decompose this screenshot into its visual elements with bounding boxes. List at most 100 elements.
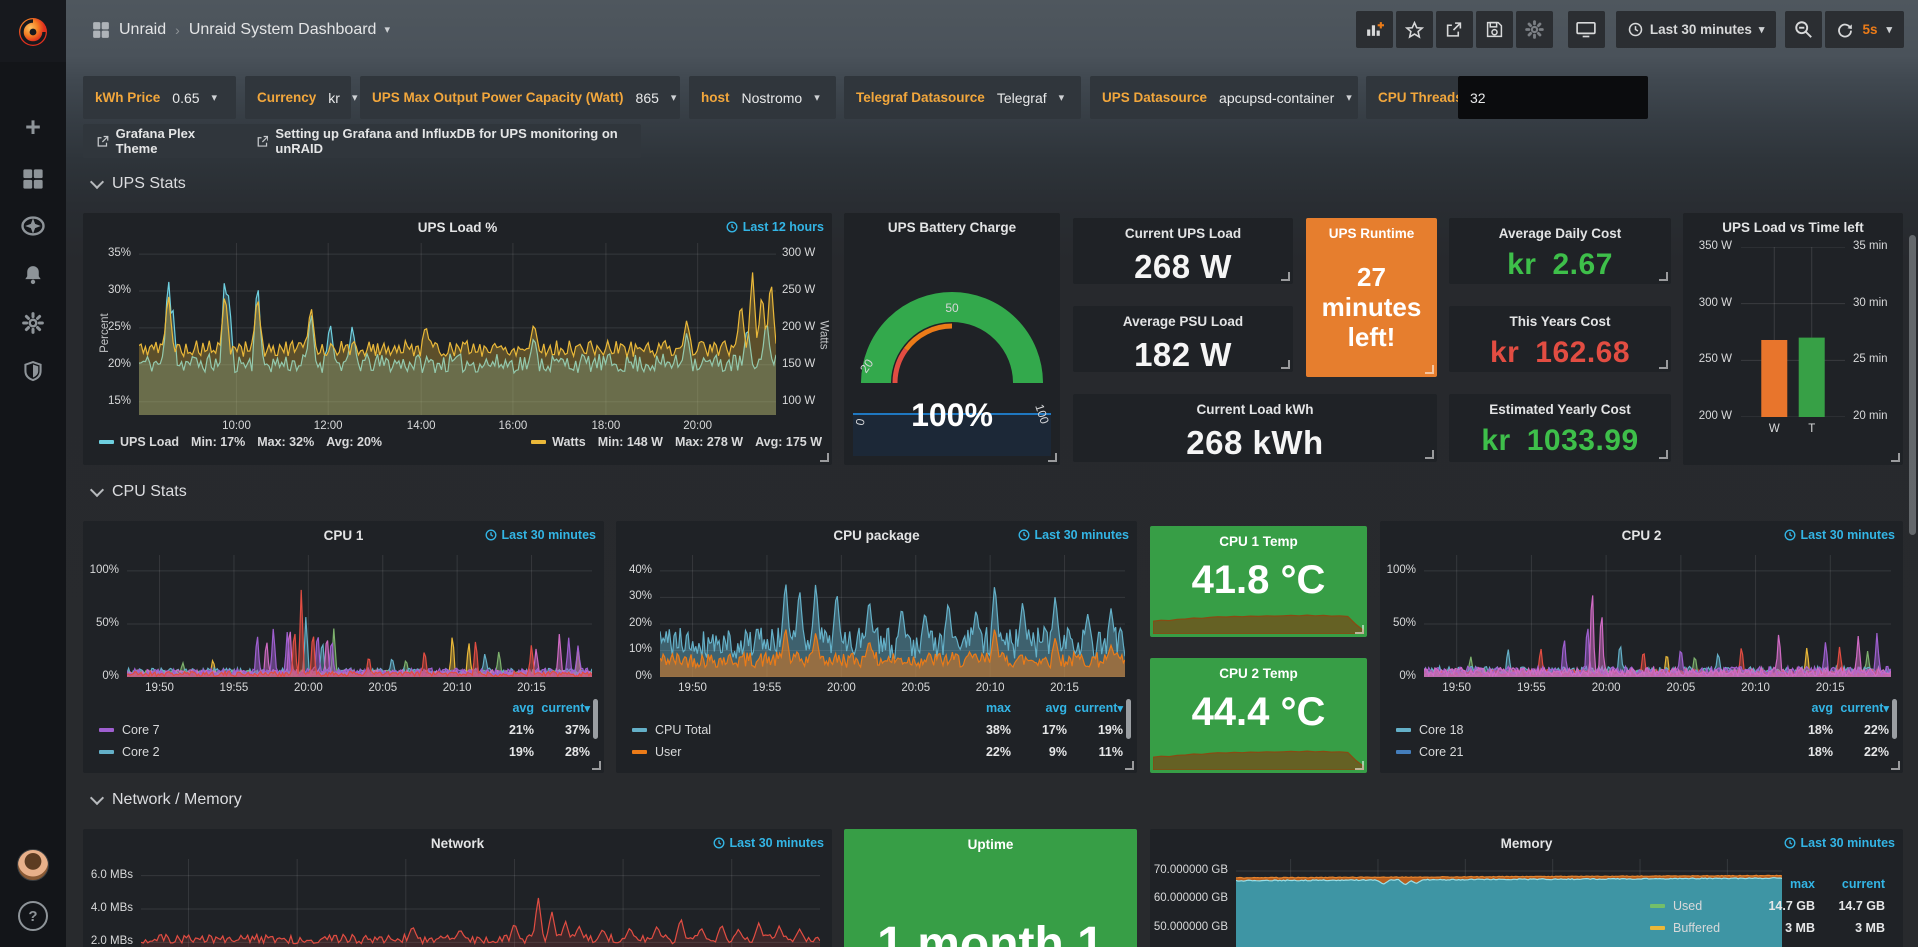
legend-series-name[interactable]: Buffered [1673,921,1749,935]
axis-tick: 60.000000 GB [1150,892,1228,904]
variable-currency[interactable]: Currency kr▾ [245,76,351,119]
breadcrumb-app[interactable]: Unraid [119,21,166,39]
legend-scrollbar[interactable] [1892,699,1897,739]
variable-ups-max-power[interactable]: UPS Max Output Power Capacity (Watt) 865… [360,76,680,119]
stat-title[interactable]: Current UPS Load [1077,226,1289,241]
dashboard-title[interactable]: Unraid System Dashboard▾ [189,21,390,39]
help-icon[interactable]: ? [0,896,66,936]
legend-col-max[interactable]: max [955,701,1011,715]
time-range-badge[interactable]: Last 30 minutes [1784,528,1895,542]
panel-uptime: Uptime 1 month 1 [844,829,1137,947]
server-admin-icon[interactable] [0,351,66,391]
graph-plot[interactable] [127,555,592,677]
legend-series-name[interactable]: Used [1673,899,1749,913]
legend-series-name[interactable]: CPU Total [655,723,955,737]
panel-title[interactable]: UPS Load vs Time left [1691,220,1895,235]
stat-title[interactable]: This Years Cost [1453,314,1667,329]
grafana-logo[interactable] [0,0,66,62]
panel-title[interactable]: Memory [1190,836,1863,851]
panel-current-load-kwh: Current Load kWh 268 kWh [1073,394,1437,462]
stat-value: 1033.99 [1527,424,1639,458]
stat-title[interactable]: CPU 2 Temp [1150,666,1367,681]
section-cpu-stats[interactable]: CPU Stats [92,483,187,501]
time-range-badge[interactable]: Last 12 hours [726,220,824,234]
axis-tick: 100% [1380,564,1416,576]
axis-tick: 35 min [1853,240,1901,252]
clock-icon [1784,529,1796,541]
alerting-icon[interactable] [0,255,66,295]
explore-icon[interactable] [0,206,66,246]
settings-button[interactable] [1516,11,1553,48]
legend-series-name[interactable]: Core 7 [122,723,478,737]
page-scrollbar[interactable] [1909,235,1916,535]
legend-scrollbar[interactable] [1126,699,1131,739]
stat-title[interactable]: Uptime [844,837,1137,852]
legend-series-name[interactable]: Core 21 [1419,745,1777,759]
variable-ups-datasource[interactable]: UPS Datasource apcupsd-container▾ [1090,76,1358,119]
share-button[interactable] [1436,11,1473,48]
time-range-picker[interactable]: Last 30 minutes ▾ [1616,11,1777,48]
legend-col-current[interactable]: current [1815,877,1885,891]
stat-title[interactable]: Average PSU Load [1077,314,1289,329]
create-icon[interactable]: + [0,107,66,147]
graph-plot[interactable] [1424,555,1891,677]
panel-current-ups-load: Current UPS Load 268 W [1073,218,1293,284]
add-panel-button[interactable] [1356,11,1393,48]
legend-series-name[interactable]: Core 18 [1419,723,1777,737]
section-ups-stats[interactable]: UPS Stats [92,175,186,193]
star-button[interactable] [1396,11,1433,48]
axis-tick: 30% [83,284,131,296]
time-range-badge[interactable]: Last 30 minutes [1784,836,1895,850]
link-grafana-plex-theme[interactable]: Grafana Plex Theme [97,126,227,156]
stat-value: 268 kWh [1073,424,1437,462]
variable-kwh-price[interactable]: kWh Price 0.65▾ [83,76,236,119]
refresh-interval: 5s [1862,22,1877,37]
time-range-badge[interactable]: Last 30 minutes [713,836,824,850]
legend-series-name[interactable]: UPS Load [120,435,179,449]
legend-swatch [1396,728,1411,732]
time-range-badge[interactable]: Last 30 minutes [485,528,596,542]
panel-title[interactable]: UPS Load % [123,220,792,235]
tv-mode-button[interactable] [1568,11,1605,48]
stat-title[interactable]: Current Load kWh [1077,402,1433,417]
variable-telegraf-datasource[interactable]: Telegraf Datasource Telegraf▾ [844,76,1081,119]
legend-col-avg[interactable]: avg [1011,701,1067,715]
legend-series-name[interactable]: User [655,745,955,759]
panel-title[interactable]: UPS Battery Charge [854,220,1050,235]
stat-title[interactable]: Average Daily Cost [1453,226,1667,241]
axis-tick: 150 W [782,358,830,370]
section-network-memory[interactable]: Network / Memory [92,791,242,809]
legend-col-current[interactable]: current▾ [1067,701,1123,715]
axis-tick: 12:00 [304,420,352,432]
stat-title[interactable]: UPS Runtime [1306,226,1437,241]
variable-host[interactable]: host Nostromo▾ [689,76,836,119]
graph-plot[interactable] [141,859,820,947]
user-avatar[interactable] [0,845,66,885]
dashboards-icon[interactable] [0,159,66,199]
refresh-button[interactable]: 5s ▾ [1825,11,1904,48]
legend-series-name[interactable]: Watts [552,435,586,449]
stat-title[interactable]: CPU 1 Temp [1150,534,1367,549]
save-button[interactable] [1476,11,1513,48]
legend-col-current[interactable]: current▾ [1833,701,1889,715]
legend-scrollbar[interactable] [593,699,598,739]
legend-series-name[interactable]: Core 2 [122,745,478,759]
bar-chart-plot[interactable] [1741,247,1845,417]
legend-col-avg[interactable]: avg [1777,701,1833,715]
zoom-out-button[interactable] [1785,11,1822,48]
configuration-icon[interactable] [0,303,66,343]
panel-title[interactable]: Network [123,836,792,851]
axis-tick: 30% [616,590,652,602]
link-ups-monitoring-guide[interactable]: Setting up Grafana and InfluxDB for UPS … [257,126,627,156]
legend-col-current[interactable]: current▾ [534,701,590,715]
axis-tick: 300 W [782,247,830,259]
graph-plot[interactable] [660,555,1125,677]
graph-plot[interactable] [139,243,776,415]
stat-title[interactable]: Estimated Yearly Cost [1453,402,1667,417]
cpu-threads-input[interactable] [1458,76,1648,119]
legend-col-max[interactable]: max [1749,877,1815,891]
time-range-badge[interactable]: Last 30 minutes [1018,528,1129,542]
axis-tick: 250 W [782,284,830,296]
dashboard-grid-icon[interactable] [92,21,110,39]
legend-col-avg[interactable]: avg [478,701,534,715]
